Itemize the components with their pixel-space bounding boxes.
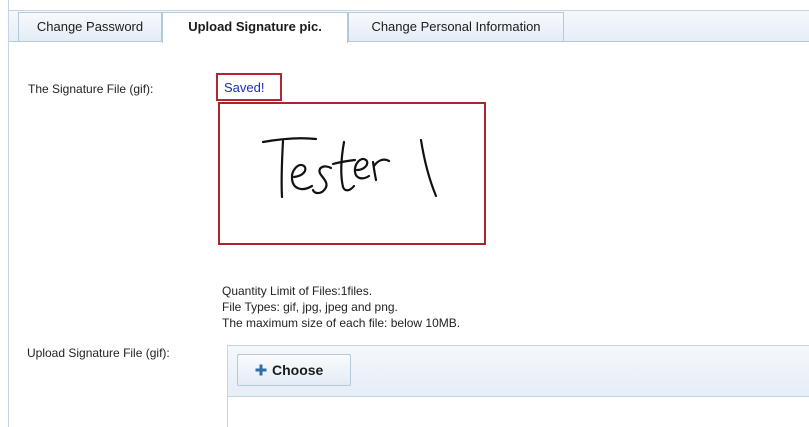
limit-max-size: The maximum size of each file: below 10M… xyxy=(222,316,461,330)
upload-signature-label: Upload Signature File (gif): xyxy=(27,346,170,360)
tab-upload-signature[interactable]: Upload Signature pic. xyxy=(162,12,348,43)
limit-quantity: Quantity Limit of Files:1files. xyxy=(222,284,373,298)
saved-status-highlight: Saved! xyxy=(216,73,282,101)
signature-preview xyxy=(218,102,486,245)
uploader-toolbar: Choose xyxy=(228,346,809,397)
saved-status-text: Saved! xyxy=(224,80,265,95)
plus-icon xyxy=(255,364,267,376)
tab-change-password[interactable]: Change Password xyxy=(18,12,162,41)
file-uploader: Choose xyxy=(227,345,809,427)
tab-bar: Change Password Upload Signature pic. Ch… xyxy=(9,10,809,43)
signature-file-label: The Signature File (gif): xyxy=(28,82,154,96)
choose-button[interactable]: Choose xyxy=(237,354,351,386)
choose-button-label: Choose xyxy=(272,362,324,378)
limit-file-types: File Types: gif, jpg, jpeg and png. xyxy=(222,300,398,314)
signature-image xyxy=(261,137,438,199)
tab-change-personal-information[interactable]: Change Personal Information xyxy=(348,12,564,41)
